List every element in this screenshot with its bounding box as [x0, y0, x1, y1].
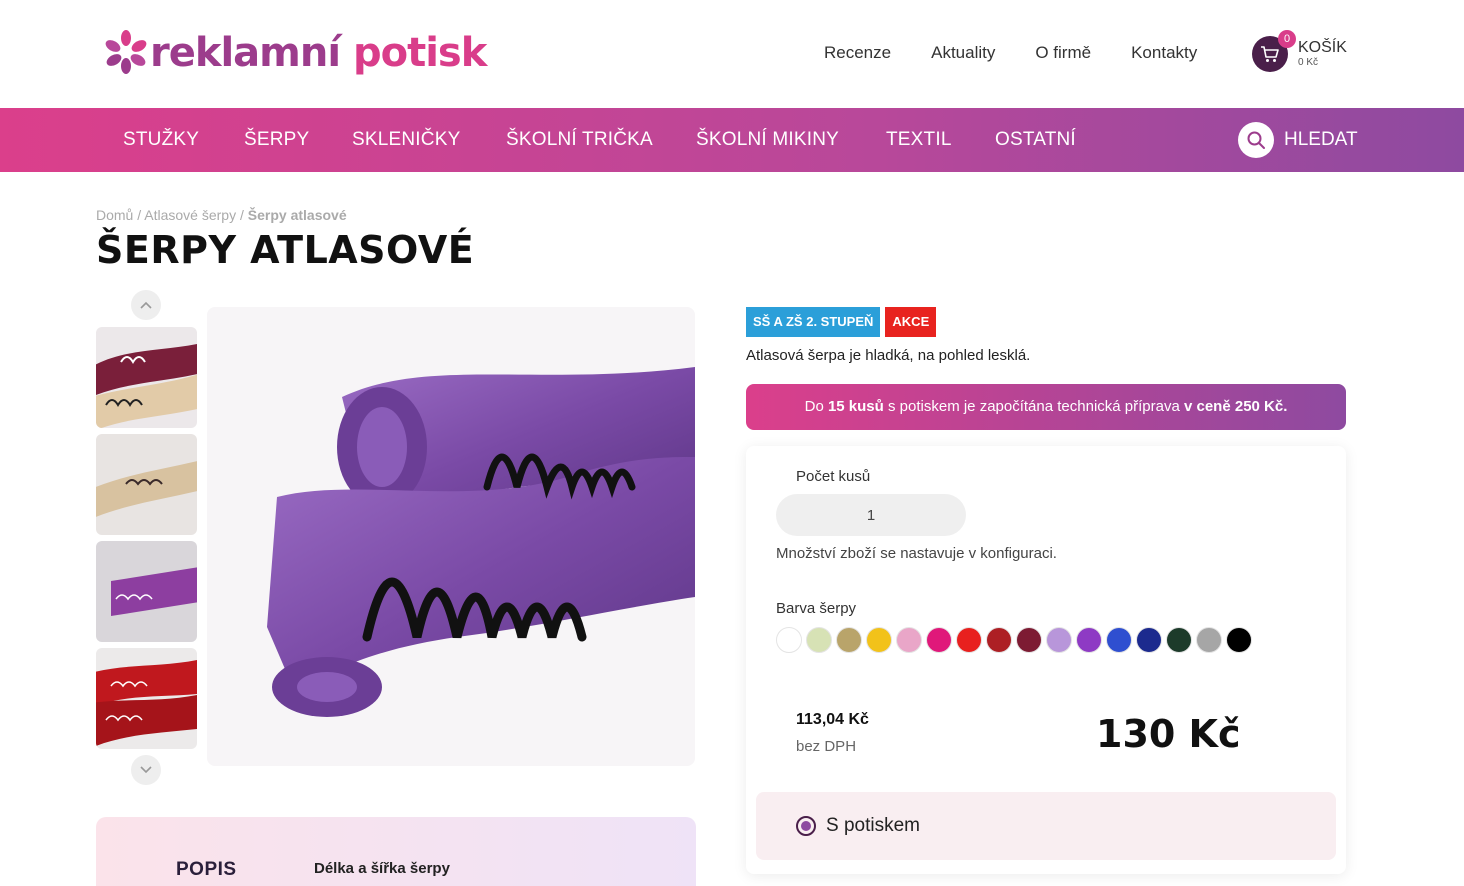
thumbs-down-button[interactable]: [131, 755, 161, 785]
color-swatch-7[interactable]: [956, 627, 982, 653]
search-label: HLEDAT: [1284, 129, 1358, 150]
cart-button[interactable]: 0 KOŠÍK 0 Kč: [1252, 30, 1347, 72]
quantity-label: Počet kusů: [796, 468, 871, 485]
radio-selected-icon[interactable]: [796, 816, 816, 836]
short-description: Atlasová šerpa je hladká, na pohled lesk…: [746, 347, 1031, 364]
color-swatch-2[interactable]: [806, 627, 832, 653]
breadcrumb-current: Šerpy atlasové: [247, 207, 347, 223]
color-swatch-4[interactable]: [866, 627, 892, 653]
flower-logo-icon: [104, 28, 148, 78]
color-label: Barva šerpy: [776, 600, 857, 617]
site-header: reklamní potisk Recenze Aktuality O firm…: [0, 0, 1464, 108]
color-swatch-11[interactable]: [1076, 627, 1102, 653]
cart-icon: [1261, 46, 1279, 62]
option-with-print[interactable]: S potiskem: [756, 792, 1336, 860]
topnav-link-recenze[interactable]: Recenze: [824, 42, 891, 64]
breadcrumb-category[interactable]: Atlasové šerpy: [144, 207, 236, 223]
breadcrumb-separator: /: [137, 207, 142, 223]
thumbnail-4[interactable]: [96, 648, 197, 749]
page-title: ŠERPY ATLASOVÉ: [96, 228, 475, 272]
main-navigation: STUŽKY ŠERPY SKLENIČKY ŠKOLNÍ TRIČKA ŠKO…: [0, 108, 1464, 172]
product-badges: SŠ A ZŠ 2. STUPEŇ AKCE: [746, 307, 941, 337]
breadcrumb: Domů / Atlasové šerpy / Šerpy atlasové: [96, 207, 347, 223]
chevron-up-icon: [140, 301, 152, 309]
color-swatch-8[interactable]: [986, 627, 1012, 653]
quantity-input[interactable]: [776, 494, 966, 536]
promo-banner: Do 15 kusů s potiskem je započítána tech…: [746, 384, 1346, 430]
quantity-note: Množství zboží se nastavuje v konfigurac…: [776, 545, 1057, 562]
breadcrumb-home[interactable]: Domů: [96, 207, 133, 223]
color-swatch-16[interactable]: [1226, 627, 1252, 653]
color-swatch-1[interactable]: [776, 627, 802, 653]
cart-sum: 0 Kč: [1298, 57, 1319, 68]
search-icon: [1247, 131, 1265, 149]
option-label: S potiskem: [826, 815, 920, 836]
product-main-image[interactable]: [207, 307, 695, 766]
cart-summary: KOŠÍK 0 Kč: [1298, 39, 1347, 69]
thumbnail-1[interactable]: [96, 327, 197, 428]
cart-icon-circle: 0: [1252, 30, 1296, 72]
color-swatch-6[interactable]: [926, 627, 952, 653]
cart-title: KOŠÍK: [1298, 39, 1347, 56]
color-swatch-3[interactable]: [836, 627, 862, 653]
topnav-link-o-firme[interactable]: O firmě: [1035, 42, 1091, 64]
logo-wordmark: reklamní potisk: [150, 28, 487, 78]
thumbs-up-button[interactable]: [131, 290, 161, 320]
nav-item-textil[interactable]: TEXTIL: [886, 128, 952, 152]
product-config-card: Počet kusů Množství zboží se nastavuje v…: [746, 446, 1346, 874]
topnav-link-kontakty[interactable]: Kontakty: [1131, 42, 1197, 64]
promo-text-1: Do: [804, 398, 828, 415]
top-navigation: Recenze Aktuality O firmě Kontakty: [824, 42, 1237, 64]
nav-item-sklenicky[interactable]: SKLENIČKY: [352, 128, 460, 152]
thumbnail-2[interactable]: [96, 434, 197, 535]
nav-item-serpy[interactable]: ŠERPY: [244, 128, 309, 152]
tab-description[interactable]: POPIS: [176, 859, 237, 881]
price-without-vat-label: bez DPH: [796, 738, 857, 755]
price-without-vat: 113,04 Kč: [796, 711, 869, 728]
badge-school-level: SŠ A ZŠ 2. STUPEŇ: [746, 307, 881, 337]
description-heading: Délka a šířka šerpy: [314, 860, 450, 877]
logo-word-2: potisk: [352, 30, 487, 76]
color-swatch-10[interactable]: [1046, 627, 1072, 653]
promo-text-2: s potiskem je započítána technická přípr…: [883, 398, 1184, 415]
nav-item-skolni-mikiny[interactable]: ŠKOLNÍ MIKINY: [696, 128, 839, 152]
color-swatch-15[interactable]: [1196, 627, 1222, 653]
price: 130 Kč: [1096, 712, 1241, 756]
nav-item-ostatni[interactable]: OSTATNÍ: [995, 128, 1076, 152]
logo[interactable]: reklamní potisk: [104, 28, 487, 78]
nav-item-skolni-tricka[interactable]: ŠKOLNÍ TRIČKA: [506, 128, 653, 152]
search-icon-circle: [1238, 122, 1274, 158]
nav-item-stuzky[interactable]: STUŽKY: [123, 128, 199, 152]
color-swatch-13[interactable]: [1136, 627, 1162, 653]
description-section: POPIS Délka a šířka šerpy: [96, 817, 696, 886]
promo-bold-2: v ceně 250 Kč.: [1183, 398, 1288, 415]
color-swatches: [776, 627, 1256, 653]
badge-sale: AKCE: [885, 307, 937, 337]
chevron-down-icon: [140, 766, 152, 774]
color-swatch-9[interactable]: [1016, 627, 1042, 653]
color-swatch-12[interactable]: [1106, 627, 1132, 653]
color-swatch-14[interactable]: [1166, 627, 1192, 653]
thumbnail-3[interactable]: [96, 541, 197, 642]
promo-bold-1: 15 kusů: [827, 398, 884, 415]
color-swatch-5[interactable]: [896, 627, 922, 653]
cart-count-badge: 0: [1278, 30, 1296, 48]
search-button[interactable]: HLEDAT: [1238, 122, 1358, 158]
topnav-link-aktuality[interactable]: Aktuality: [931, 42, 995, 64]
breadcrumb-separator: /: [239, 207, 244, 223]
logo-word-1: reklamní: [150, 30, 341, 76]
